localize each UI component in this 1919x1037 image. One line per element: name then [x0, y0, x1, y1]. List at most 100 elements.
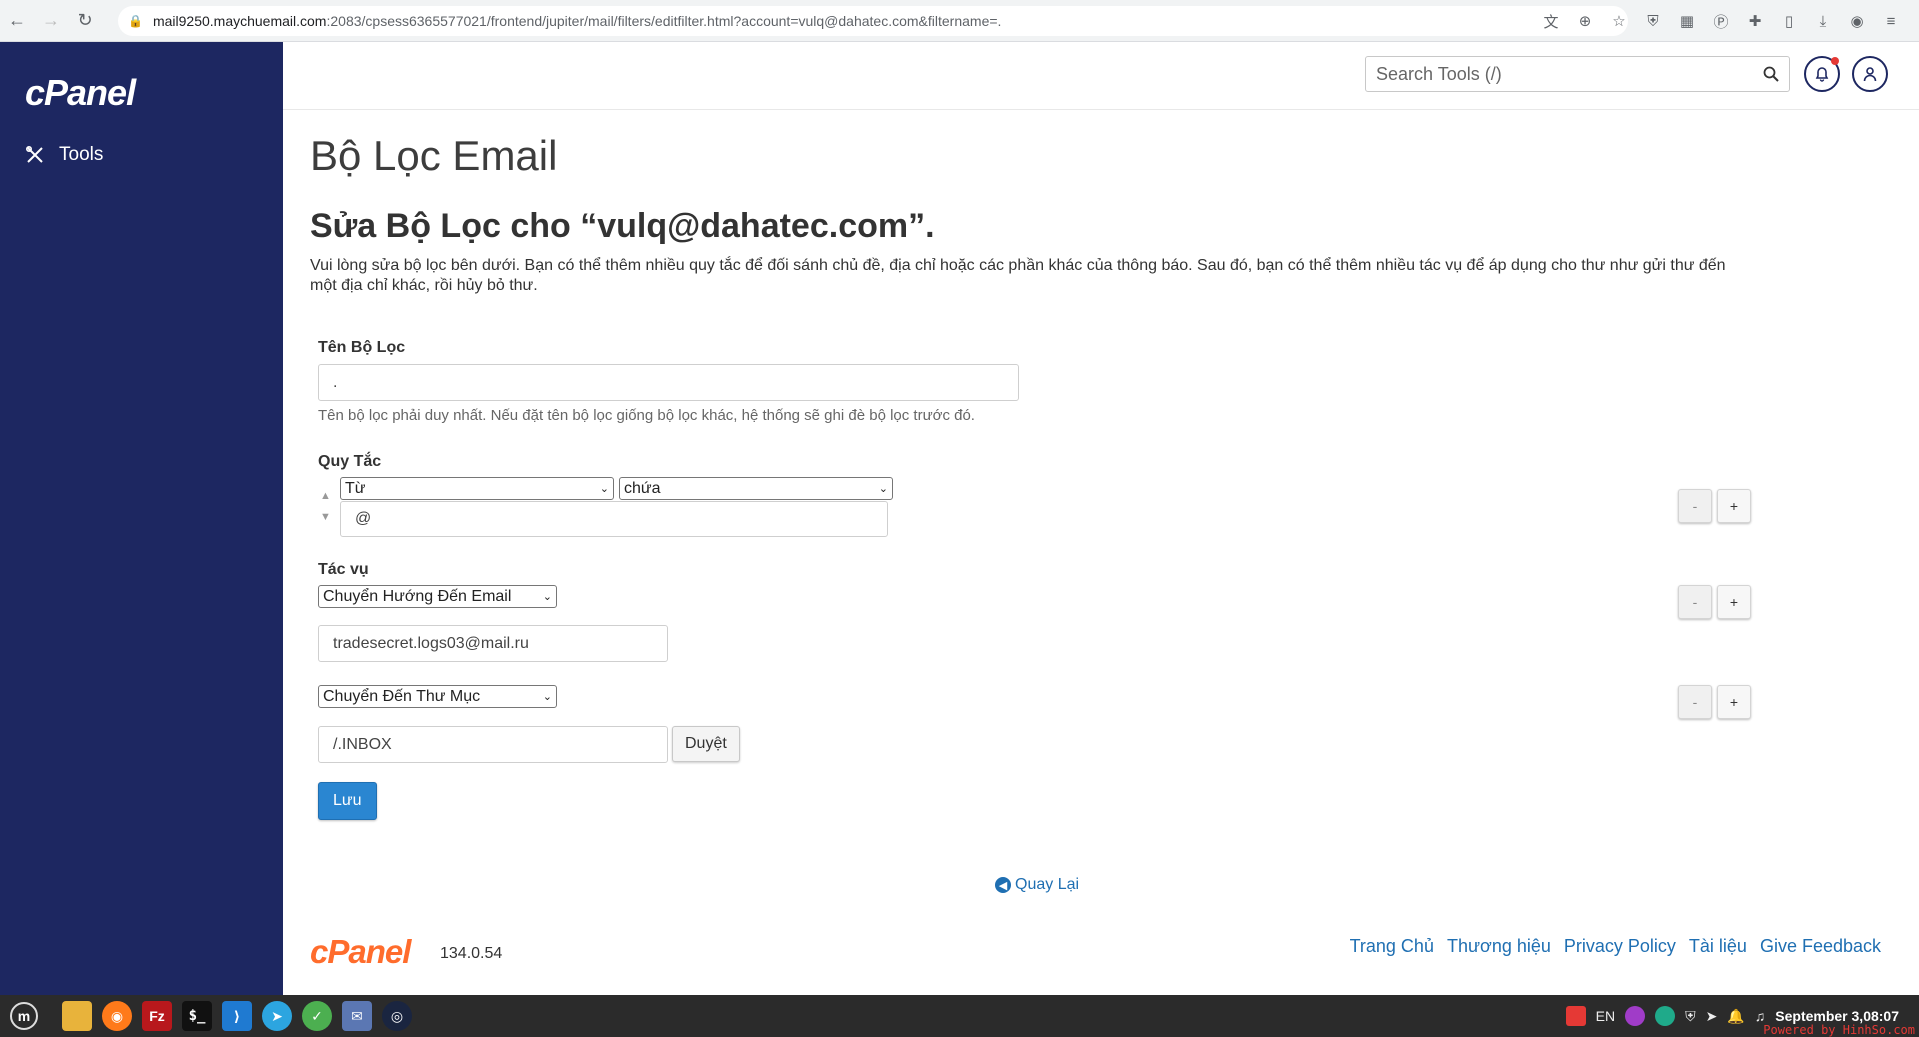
terminal-icon[interactable]: $_	[182, 1001, 212, 1031]
footer-link-feedback[interactable]: Give Feedback	[1760, 936, 1881, 957]
search-icon	[1763, 66, 1779, 82]
back-label: Quay Lại	[1015, 876, 1080, 893]
folder-icon[interactable]	[62, 1001, 92, 1031]
telegram-tray-icon[interactable]: ➤	[1706, 1008, 1718, 1025]
url-host: mail9250.maychuemail.com	[152, 13, 327, 29]
version-number: 134.0.54	[440, 945, 503, 962]
arrow-left-circle-icon: ◀	[995, 877, 1011, 893]
chevron-down-icon: ⌄	[542, 591, 552, 603]
download-icon[interactable]: ⤓	[1809, 8, 1837, 34]
footer-cpanel-logo[interactable]: cPanel	[310, 933, 411, 971]
clock[interactable]: September 3,08:07	[1775, 1008, 1899, 1024]
music-icon[interactable]: ♫	[1755, 1008, 1766, 1024]
action-type-select[interactable]: Chuyển Đến Thư Mục ⌄	[318, 685, 557, 708]
add-action-button[interactable]: +	[1717, 585, 1751, 619]
reload-icon[interactable]: ↻	[68, 4, 102, 38]
zoom-icon[interactable]: ⊕	[1571, 8, 1599, 34]
back-icon[interactable]: ←	[0, 4, 34, 38]
split-view-icon[interactable]: ▯	[1775, 8, 1803, 34]
filter-name-help: Tên bộ lọc phải duy nhất. Nếu đặt tên bộ…	[318, 407, 975, 424]
footer-link-docs[interactable]: Tài liệu	[1689, 936, 1747, 957]
action-type-value: Chuyển Hướng Đến Email	[323, 587, 512, 605]
notification-icon[interactable]: 🔔	[1727, 1008, 1744, 1025]
translate-icon[interactable]: 文	[1537, 8, 1565, 34]
extension-p-icon[interactable]: Ⓟ	[1707, 8, 1735, 34]
sidebar-item-tools[interactable]: Tools	[25, 144, 103, 166]
account-icon[interactable]: ◉	[1843, 8, 1871, 34]
footer-link-privacy[interactable]: Privacy Policy	[1564, 936, 1676, 957]
anydesk-icon[interactable]	[1565, 1006, 1586, 1026]
app-tray-icon[interactable]	[1625, 1006, 1646, 1026]
remove-action-button[interactable]: -	[1678, 585, 1712, 619]
menu-icon[interactable]: ≡	[1877, 8, 1905, 34]
vscode-icon[interactable]: ⟩	[222, 1001, 252, 1031]
rule-value-input[interactable]: @	[340, 501, 888, 537]
sidebar: cPanel Tools	[0, 42, 283, 995]
rules-label: Quy Tắc	[318, 453, 382, 470]
sidebar-item-label: Tools	[59, 144, 104, 165]
move-up-icon[interactable]: ▲	[320, 490, 331, 502]
folder-path-value: /.INBOX	[333, 735, 392, 753]
telegram-icon[interactable]: ➤	[262, 1001, 292, 1031]
shield-icon[interactable]: ⛨	[1685, 1008, 1696, 1025]
add-rule-button[interactable]: +	[1717, 489, 1751, 523]
add-action-button[interactable]: +	[1717, 685, 1751, 719]
mail-icon[interactable]: ✉	[342, 1001, 372, 1031]
intro-text: Vui lòng sửa bộ lọc bên dưới. Bạn có thể…	[310, 257, 1726, 294]
browser-toolbar: ← → ↻ 🔒 mail9250.maychuemail.com:2083/cp…	[0, 0, 1919, 42]
user-menu-button[interactable]	[1852, 56, 1888, 92]
redirect-email-value: tradesecret.logs03@mail.ru	[333, 634, 529, 652]
remove-rule-button[interactable]: -	[1678, 489, 1712, 523]
search-tools-input[interactable]: Search Tools (/)	[1365, 56, 1790, 92]
notification-badge	[1831, 57, 1839, 65]
rule-part-select[interactable]: Từ ⌄	[340, 477, 614, 500]
user-icon	[1863, 67, 1877, 82]
app-icon[interactable]: ✓	[302, 1001, 332, 1031]
lock-icon: 🔒	[128, 14, 143, 28]
action-type-value: Chuyển Đến Thư Mục	[323, 687, 481, 705]
shield-icon[interactable]: ⛨	[1639, 8, 1667, 34]
filezilla-icon[interactable]: Fz	[142, 1001, 172, 1031]
filter-name-value: .	[333, 373, 338, 391]
search-placeholder: Search Tools (/)	[1376, 63, 1502, 84]
footer-link-home[interactable]: Trang Chủ	[1350, 936, 1434, 957]
redirect-email-input[interactable]: tradesecret.logs03@mail.ru	[318, 625, 668, 662]
footer-link-trademarks[interactable]: Thương hiệu	[1447, 936, 1551, 957]
chevron-down-icon: ⌄	[542, 691, 552, 703]
extensions-icon[interactable]: ✚	[1741, 8, 1769, 34]
watermark: Powered by HinhSo.com	[1763, 1023, 1915, 1037]
cpanel-logo[interactable]: cPanel	[25, 72, 136, 114]
app-tray-icon[interactable]	[1655, 1006, 1676, 1026]
mint-menu-icon[interactable]: m	[10, 1002, 38, 1030]
filter-name-label: Tên Bộ Lọc	[318, 339, 406, 356]
url-path: :2083/cpsess6365577021/frontend/jupiter/…	[326, 13, 1002, 29]
tools-icon	[25, 145, 43, 163]
keyboard-layout[interactable]: EN	[1596, 1008, 1615, 1024]
qr-icon[interactable]: ▦	[1673, 8, 1701, 34]
forward-icon[interactable]: →	[34, 4, 68, 38]
rule-value: @	[355, 510, 372, 527]
page-subtitle: Sửa Bộ Lọc cho “vulq@dahatec.com”.	[310, 207, 935, 245]
back-link[interactable]: ◀ Quay Lại	[995, 876, 1079, 894]
rule-part-value: Từ	[345, 479, 366, 497]
browse-button[interactable]: Duyệt	[672, 726, 740, 762]
filter-name-input[interactable]: .	[318, 364, 1019, 401]
chevron-down-icon: ⌄	[599, 483, 609, 495]
rule-match-select[interactable]: chứa ⌄	[619, 477, 893, 500]
app-icon[interactable]: ◎	[382, 1001, 412, 1031]
firefox-icon[interactable]: ◉	[102, 1001, 132, 1031]
browser-actions: 文 ⊕ ☆ ⛨ ▦ Ⓟ ✚ ▯ ⤓ ◉ ≡	[1537, 8, 1905, 34]
footer-links: Trang Chủ Thương hiệu Privacy Policy Tài…	[1350, 936, 1881, 957]
rule-match-value: chứa	[624, 479, 661, 497]
action-type-select[interactable]: Chuyển Hướng Đến Email ⌄	[318, 585, 557, 608]
save-button[interactable]: Lưu	[318, 782, 377, 820]
notifications-button[interactable]	[1804, 56, 1840, 92]
star-icon[interactable]: ☆	[1605, 8, 1633, 34]
remove-action-button[interactable]: -	[1678, 685, 1712, 719]
folder-path-input[interactable]: /.INBOX	[318, 726, 668, 763]
address-bar[interactable]: 🔒 mail9250.maychuemail.com:2083/cpsess63…	[118, 6, 1628, 36]
chevron-down-icon: ⌄	[878, 483, 888, 495]
os-taskbar: m ◉ Fz $_ ⟩ ➤ ✓ ✉ ◎ EN ⛨ ➤ 🔔 ♫ September…	[0, 995, 1919, 1037]
page-title: Bộ Lọc Email	[310, 132, 558, 179]
move-down-icon[interactable]: ▼	[320, 511, 331, 523]
